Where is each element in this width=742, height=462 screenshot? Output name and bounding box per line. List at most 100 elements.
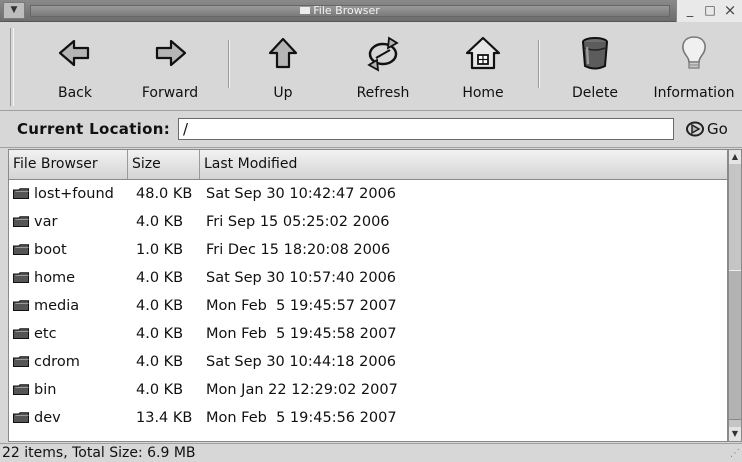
back-button[interactable]: Back <box>42 28 108 106</box>
go-label: Go <box>707 120 728 138</box>
cell-size: 4.0 KB <box>136 382 184 398</box>
toolbar-separator <box>228 40 230 88</box>
title-bar[interactable]: ▼ File Browser _ □ × <box>0 0 742 22</box>
window-title: File Browser <box>0 0 680 22</box>
cell-name: home <box>13 264 75 292</box>
cell-modified: Mon Jan 22 12:29:02 2007 <box>206 382 398 398</box>
cell-size: 13.4 KB <box>136 410 193 426</box>
resize-grip[interactable]: ⋰ <box>730 448 740 460</box>
cell-modified: Fri Dec 15 18:20:08 2006 <box>206 242 391 258</box>
cell-size: 48.0 KB <box>136 186 193 202</box>
table-row[interactable]: media 4.0 KB Mon Feb 5 19:45:57 2007 <box>9 292 727 320</box>
folder-icon <box>13 244 29 255</box>
column-header-size[interactable]: Size <box>128 150 200 179</box>
window-icon <box>300 7 311 14</box>
file-name: cdrom <box>34 354 80 370</box>
go-button[interactable]: Go <box>684 117 740 141</box>
window-title-text: File Browser <box>313 4 380 17</box>
column-header-name[interactable]: File Browser <box>9 150 128 179</box>
toolbar-separator <box>538 40 540 88</box>
information-label: Information <box>653 85 735 101</box>
window-controls: _ □ × <box>676 0 742 22</box>
home-label: Home <box>462 85 504 101</box>
folder-icon <box>13 272 29 283</box>
home-icon <box>465 36 501 70</box>
cell-name: lost+found <box>13 180 114 208</box>
toolbar-handle[interactable] <box>10 28 14 106</box>
cell-modified: Sat Sep 30 10:42:47 2006 <box>206 186 397 202</box>
scrollbar-thumb[interactable] <box>729 270 741 420</box>
file-name: media <box>34 298 80 314</box>
go-icon <box>686 121 704 137</box>
cell-modified: Mon Feb 5 19:45:57 2007 <box>206 298 397 314</box>
folder-icon <box>13 300 29 311</box>
status-bar: 22 items, Total Size: 6.9 MB ⋰ <box>0 443 742 461</box>
arrow-right-icon <box>155 39 187 67</box>
folder-icon <box>13 356 29 367</box>
table-row[interactable]: boot 1.0 KB Fri Dec 15 18:20:08 2006 <box>9 236 727 264</box>
folder-icon <box>13 216 29 227</box>
scroll-down-button[interactable]: ▼ <box>729 427 741 441</box>
cell-name: cdrom <box>13 348 80 376</box>
cell-name: boot <box>13 236 67 264</box>
folder-icon <box>13 188 29 199</box>
folder-icon <box>13 328 29 339</box>
table-row[interactable]: cdrom 4.0 KB Sat Sep 30 10:44:18 2006 <box>9 348 727 376</box>
cell-name: bin <box>13 376 56 404</box>
cell-size: 4.0 KB <box>136 298 184 314</box>
close-button[interactable]: × <box>721 2 739 19</box>
back-label: Back <box>58 85 92 101</box>
minimize-button[interactable]: _ <box>681 2 699 19</box>
refresh-label: Refresh <box>356 85 410 101</box>
column-header-modified[interactable]: Last Modified <box>200 150 727 179</box>
table-row[interactable]: bin 4.0 KB Mon Jan 22 12:29:02 2007 <box>9 376 727 404</box>
cell-size: 1.0 KB <box>136 242 184 258</box>
up-label: Up <box>273 85 293 101</box>
up-button[interactable]: Up <box>250 28 316 106</box>
forward-label: Forward <box>141 85 199 101</box>
file-browser-window: ▼ File Browser _ □ × Back Forward Up Ref… <box>0 0 742 461</box>
cell-size: 4.0 KB <box>136 214 184 230</box>
file-name: boot <box>34 242 67 258</box>
table-row[interactable]: etc 4.0 KB Mon Feb 5 19:45:58 2007 <box>9 320 727 348</box>
status-text: 22 items, Total Size: 6.9 MB <box>2 445 196 461</box>
home-button[interactable]: Home <box>450 28 516 106</box>
location-bar: Current Location: / Go <box>0 112 742 148</box>
maximize-button[interactable]: □ <box>701 2 719 19</box>
file-name: var <box>34 214 58 230</box>
cell-name: var <box>13 208 57 236</box>
toolbar: Back Forward Up Refresh Home Delete Info… <box>0 22 742 111</box>
cell-name: dev <box>13 404 61 432</box>
location-input[interactable]: / <box>178 118 674 140</box>
file-name: dev <box>34 410 61 426</box>
list-rows: lost+found 48.0 KB Sat Sep 30 10:42:47 200… <box>9 180 727 432</box>
table-row[interactable]: dev 13.4 KB Mon Feb 5 19:45:56 2007 <box>9 404 727 432</box>
arrow-left-icon <box>58 39 90 67</box>
vertical-scrollbar[interactable]: ▲ ▼ <box>728 149 742 442</box>
scroll-up-button[interactable]: ▲ <box>729 150 741 164</box>
file-name: home <box>34 270 76 286</box>
file-name: etc <box>34 326 57 342</box>
cell-size: 4.0 KB <box>136 354 184 370</box>
table-row[interactable]: home 4.0 KB Sat Sep 30 10:57:40 2006 <box>9 264 727 292</box>
delete-button[interactable]: Delete <box>560 28 630 106</box>
cell-name: media <box>13 292 79 320</box>
trash-icon <box>582 37 608 70</box>
refresh-button[interactable]: Refresh <box>344 28 422 106</box>
file-name: bin <box>34 382 57 398</box>
current-location-label: Current Location: <box>17 120 170 138</box>
information-button[interactable]: Information <box>646 28 742 106</box>
cell-modified: Mon Feb 5 19:45:56 2007 <box>206 410 397 426</box>
cell-modified: Sat Sep 30 10:57:40 2006 <box>206 270 397 286</box>
folder-icon <box>13 412 29 423</box>
file-name: lost+found <box>34 186 114 202</box>
cell-modified: Mon Feb 5 19:45:58 2007 <box>206 326 397 342</box>
table-row[interactable]: var 4.0 KB Fri Sep 15 05:25:02 2006 <box>9 208 727 236</box>
file-list[interactable]: File Browser Size Last Modified lost+fou… <box>8 149 728 442</box>
forward-button[interactable]: Forward <box>130 28 210 106</box>
cell-modified: Sat Sep 30 10:44:18 2006 <box>206 354 397 370</box>
arrow-up-icon <box>268 37 298 69</box>
table-row[interactable]: lost+found 48.0 KB Sat Sep 30 10:42:47 200… <box>9 180 727 208</box>
refresh-icon <box>367 36 399 72</box>
delete-label: Delete <box>572 85 618 101</box>
